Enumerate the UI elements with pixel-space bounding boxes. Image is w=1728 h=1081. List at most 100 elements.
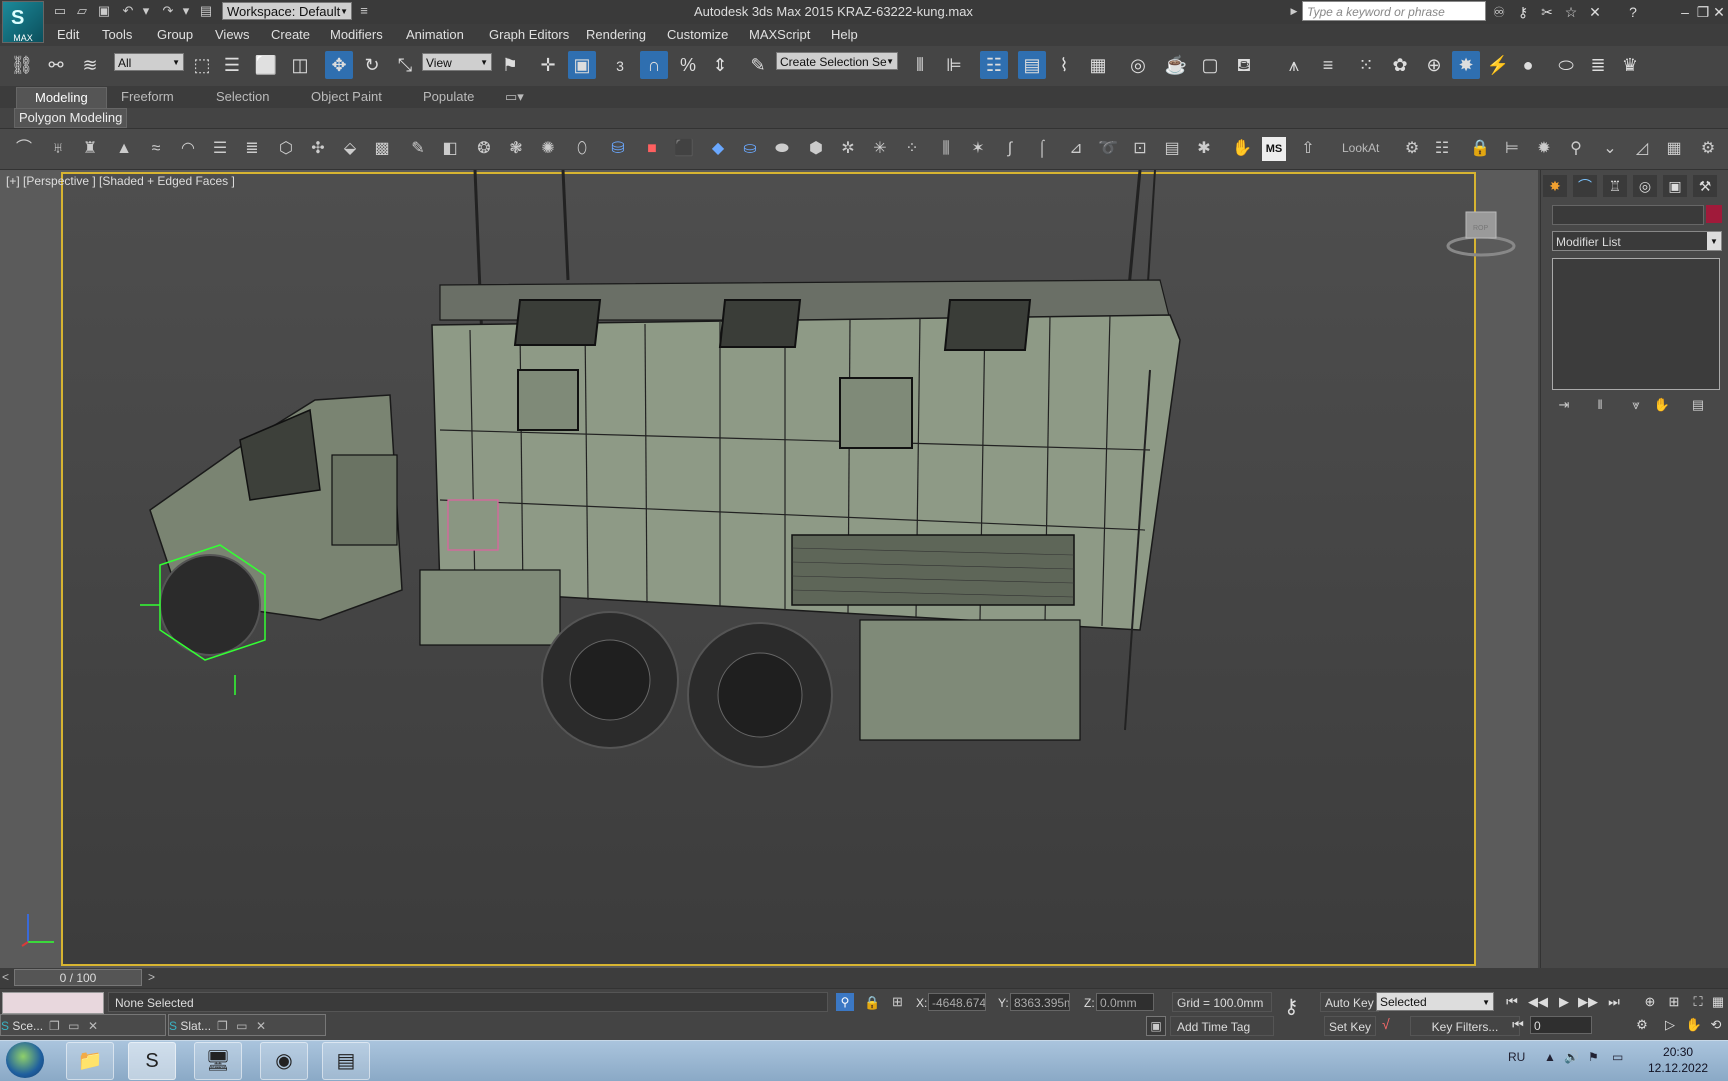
unlink-icon[interactable]: ⚯	[42, 51, 70, 79]
settings-icon[interactable]: ⚙	[1696, 137, 1720, 161]
xform-icon[interactable]: ⁘	[900, 137, 924, 161]
absolute-mode-icon[interactable]: ⊞	[892, 994, 903, 1010]
menu-tools[interactable]: Tools	[102, 27, 132, 42]
path-deform-icon[interactable]: ➰	[1096, 137, 1120, 161]
save-file-icon[interactable]: ▣	[96, 3, 112, 19]
maximize-icon[interactable]: ▭	[66, 1015, 82, 1037]
selection-filter-dropdown[interactable]: All ▼	[114, 53, 184, 71]
redo-dropdown-icon[interactable]: ▾	[178, 3, 194, 19]
bend-icon[interactable]: ⌒	[12, 137, 36, 161]
next-frame-icon[interactable]: ▶▶	[1578, 993, 1598, 1011]
select-by-name-icon[interactable]: ☰	[218, 51, 246, 79]
rendered-frame-window-icon[interactable]: ▢	[1196, 51, 1224, 79]
spinner-snap-icon[interactable]: ⇕	[706, 51, 734, 79]
tool-e-icon[interactable]: ⊕	[1420, 51, 1448, 79]
reference-coordinate-dropdown[interactable]: View ▼	[422, 53, 492, 71]
schematic-view-icon[interactable]: ▦	[1084, 51, 1112, 79]
turbosmooth-icon[interactable]: ❃	[504, 137, 528, 161]
monitor-app-icon[interactable]: 🖥	[194, 1042, 242, 1080]
box-red-icon[interactable]: ■	[640, 137, 664, 161]
graph-icon[interactable]: ⊿	[1064, 137, 1088, 161]
quick-access-menu-icon[interactable]: ≡	[356, 3, 372, 19]
ribbon-options-icon[interactable]: ▭▾	[505, 89, 524, 105]
redo-icon[interactable]: ↷	[160, 3, 176, 19]
key-tangent-icon[interactable]: √	[1382, 1016, 1390, 1032]
truck-3d-model[interactable]	[140, 170, 1320, 860]
render-setup-icon[interactable]: ☕	[1162, 51, 1190, 79]
time-slider-thumb[interactable]: 0 / 100	[14, 969, 142, 986]
tab-modeling[interactable]: Modeling	[16, 87, 107, 108]
uvw-map-icon[interactable]: ✳	[868, 137, 892, 161]
object-name-field[interactable]	[1552, 205, 1704, 225]
curve-editor-icon[interactable]: ⌇	[1050, 51, 1078, 79]
lattice-icon[interactable]: ☰	[208, 137, 232, 161]
disc-icon[interactable]: ⬬	[770, 137, 794, 161]
go-to-start-icon[interactable]: ⏮	[1502, 993, 1522, 1011]
polygon-modeling-panel[interactable]: Polygon Modeling	[14, 108, 128, 128]
select-and-move-icon[interactable]: ✥	[325, 51, 353, 79]
time-config-icon[interactable]: ⚙	[1632, 1016, 1652, 1034]
zoom-all-icon[interactable]: ⊞	[1664, 993, 1684, 1011]
keyboard-shortcut-override-icon[interactable]: ▣	[568, 51, 596, 79]
sweep-icon[interactable]: ⬙	[338, 137, 362, 161]
go-to-end-icon[interactable]: ⏭	[1604, 993, 1624, 1011]
taper-icon[interactable]: ♜	[78, 137, 102, 161]
key-icon[interactable]: ⚷	[1514, 3, 1532, 21]
unwrap-icon[interactable]: ✲	[836, 137, 860, 161]
tab-populate[interactable]: Populate	[423, 89, 474, 104]
tool-b-icon[interactable]: ≡	[1314, 51, 1342, 79]
cache-icon[interactable]: ▤	[1160, 137, 1184, 161]
tab-selection[interactable]: Selection	[216, 89, 269, 104]
utilities-tab-icon[interactable]: ⚒	[1693, 175, 1717, 197]
tab-freeform[interactable]: Freeform	[121, 89, 174, 104]
zoom-icon[interactable]: ⊕	[1640, 993, 1660, 1011]
box-blue-icon[interactable]: ⬛	[672, 137, 696, 161]
menu-help[interactable]: Help	[831, 27, 858, 42]
selection-lock-icon[interactable]: 🔒	[864, 995, 880, 1011]
render-production-icon[interactable]: ⛾	[1230, 51, 1258, 79]
zoom-extents-icon[interactable]: ⛶	[1688, 993, 1708, 1011]
relax-icon[interactable]: ✺	[536, 137, 560, 161]
firefox-icon[interactable]: ◉	[260, 1042, 308, 1080]
current-frame-field[interactable]: 0	[1530, 1016, 1592, 1034]
target-icon[interactable]: ⊡	[1128, 137, 1152, 161]
tube-icon[interactable]: ⛀	[738, 137, 762, 161]
maxscript-icon[interactable]: MS	[1262, 137, 1286, 161]
gear-icon[interactable]: ⚙	[1400, 137, 1424, 161]
zoom-extents-all-icon[interactable]: ▦	[1708, 993, 1728, 1011]
list-icon[interactable]: ☷	[1430, 137, 1454, 161]
tool-i-icon[interactable]: ⬭	[1552, 51, 1580, 79]
key-filters-button[interactable]: Key Filters...	[1410, 1016, 1520, 1036]
cog-icon[interactable]: ✹	[1532, 137, 1556, 161]
project-folder-icon[interactable]: ▤	[198, 3, 214, 19]
modify-tab-icon[interactable]: ⌒	[1573, 175, 1597, 197]
ffd-icon[interactable]: ✶	[966, 137, 990, 161]
bind-space-warp-icon[interactable]: ≋	[76, 51, 104, 79]
tool-d-icon[interactable]: ✿	[1386, 51, 1414, 79]
lock-icon[interactable]: 🔒	[1468, 137, 1492, 161]
set-key-icon[interactable]: ⚷	[1284, 994, 1299, 1019]
volume-icon[interactable]: 🔊	[1564, 1050, 1579, 1064]
x-coordinate-field[interactable]: -4648.674r	[928, 993, 986, 1011]
make-unique-icon[interactable]: ⩔	[1626, 396, 1646, 414]
menu-graph-editors[interactable]: Graph Editors	[489, 27, 569, 42]
create-tab-icon[interactable]: ✸	[1543, 175, 1567, 197]
time-tag-icon[interactable]: ▣	[1146, 1016, 1166, 1036]
ripple-icon[interactable]: ◠	[176, 137, 200, 161]
wedge-icon[interactable]: ◿	[1630, 137, 1654, 161]
close-icon[interactable]: ✕	[253, 1015, 269, 1037]
select-manipulate-icon[interactable]: ✛	[534, 51, 562, 79]
checkerboard-icon[interactable]: ▦	[1662, 137, 1686, 161]
arrow-up-icon[interactable]: ⇧	[1296, 137, 1320, 161]
pin-icon[interactable]: ⚲	[1564, 137, 1588, 161]
noise-icon[interactable]: ▲	[112, 137, 136, 161]
graphite-ribbon-icon[interactable]: ▤	[1018, 51, 1046, 79]
system-clock[interactable]: 20:30 12.12.2022	[1648, 1044, 1708, 1076]
subscription-icon[interactable]: ✂	[1538, 3, 1556, 21]
scene-explorer-mini[interactable]: S Sce... ❐ ▭ ✕	[0, 1014, 166, 1036]
time-slider-track[interactable]	[0, 968, 1728, 988]
minimize-icon[interactable]: –	[1676, 3, 1694, 21]
app-logo-button[interactable]: S MAX	[2, 1, 44, 43]
paint-icon[interactable]: ✎	[406, 137, 430, 161]
maxscript-listener-mini[interactable]	[2, 992, 104, 1014]
